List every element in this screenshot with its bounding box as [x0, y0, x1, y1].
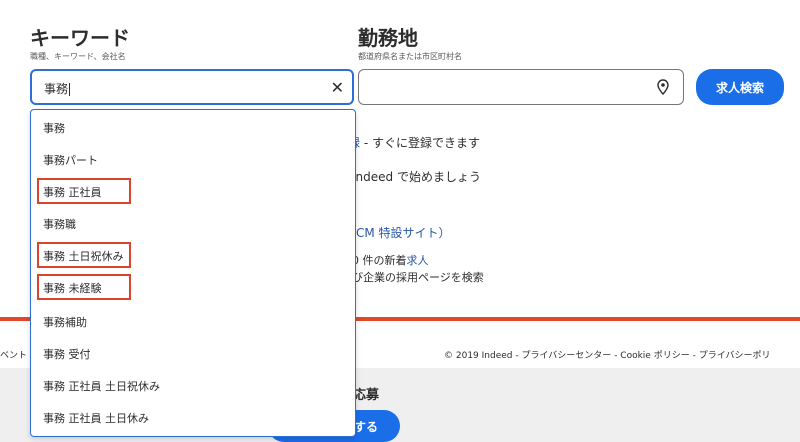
- search-button[interactable]: 求人検索: [696, 69, 784, 105]
- location-input[interactable]: [358, 69, 684, 105]
- cm-site-link[interactable]: （CM 特設サイト）: [344, 224, 451, 241]
- footer-copyright: © 2019 Indeed: [444, 351, 513, 361]
- clear-icon[interactable]: ✕: [331, 78, 344, 97]
- signup-line: 録 - すぐに登録できます: [348, 134, 480, 151]
- suggestion-dropdown: 事務 事務パート 事務 正社員 事務職 事務 土日祝休み 事務 未経験 事務補助…: [30, 109, 356, 437]
- company-search-line: び企業の採用ページを検索: [352, 271, 484, 284]
- suggestion-item[interactable]: 事務 正社員 土日祝休み: [43, 378, 160, 394]
- suggestion-item[interactable]: 事務補助: [43, 314, 87, 330]
- keyword-label: キーワード: [30, 26, 130, 50]
- jobs-link[interactable]: 求人: [407, 254, 429, 267]
- keyword-input-value: 事務: [44, 82, 71, 96]
- highlight-box: [37, 274, 131, 300]
- highlight-box: [37, 178, 131, 204]
- footer-privacy-policy[interactable]: プライバシーポリ: [699, 351, 771, 361]
- footer-privacy-center[interactable]: プライバシーセンター: [521, 351, 611, 361]
- footer-cookie-policy[interactable]: Cookie ポリシー: [620, 351, 689, 361]
- keyword-hint: 職種、キーワード、会社名: [30, 52, 126, 61]
- footer-links: © 2019 Indeed - プライバシーセンター - Cookie ポリシー…: [444, 351, 771, 361]
- location-hint: 都道府県名または市区町村名: [358, 52, 462, 61]
- location-label: 勤務地: [358, 26, 418, 50]
- suggestion-item[interactable]: 事務パート: [43, 152, 98, 168]
- signup-line-text: - すぐに登録できます: [360, 136, 480, 150]
- new-jobs-count: 0 件の新着: [352, 254, 407, 267]
- keyword-input[interactable]: 事務 ✕: [30, 69, 354, 105]
- start-line: Indeed で始めましょう: [352, 170, 481, 184]
- location-pin-icon: [657, 79, 669, 99]
- suggestion-item[interactable]: 事務 正社員 土日休み: [43, 410, 149, 426]
- suggestion-item[interactable]: 事務 受付: [43, 346, 91, 362]
- suggestion-item[interactable]: 事務: [43, 120, 65, 136]
- footer-left-link[interactable]: ベント: [0, 348, 27, 361]
- highlight-box: [37, 242, 131, 268]
- suggestion-item[interactable]: 事務職: [43, 216, 76, 232]
- new-jobs-line: 0 件の新着求人: [352, 252, 429, 268]
